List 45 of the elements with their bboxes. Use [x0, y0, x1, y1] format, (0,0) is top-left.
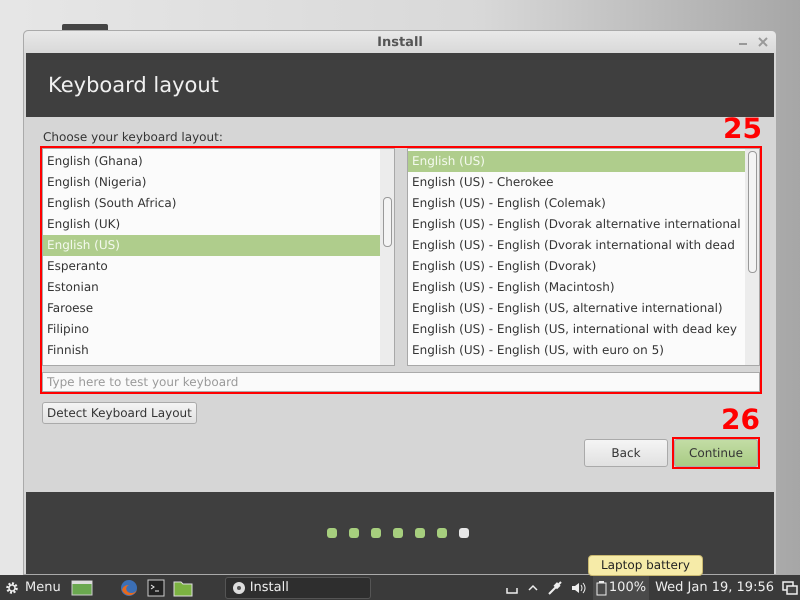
battery-indicator[interactable]: 100%: [592, 575, 650, 600]
windows-icon[interactable]: [782, 580, 798, 594]
disc-icon: [232, 580, 246, 594]
battery-percent: 100%: [608, 580, 646, 595]
desktop-icon[interactable]: [70, 578, 93, 596]
continue-button[interactable]: Continue: [674, 439, 758, 467]
window-button[interactable]: Install: [224, 576, 371, 598]
variant-item[interactable]: English (US) - English (Dvorak international with dead: [408, 235, 745, 256]
variant-item[interactable]: English (US) - English (US, with euro on 5): [408, 340, 745, 361]
variant-item[interactable]: English (US) - English (Dvorak alternative international: [408, 214, 745, 235]
menu-button[interactable]: Menu: [0, 580, 65, 596]
terminal-icon[interactable]: [146, 578, 165, 596]
network-icon[interactable]: [546, 580, 563, 596]
layout-item[interactable]: Filipino: [43, 319, 380, 340]
scrollbar-thumb[interactable]: [383, 197, 392, 247]
gear-icon: [4, 580, 20, 596]
back-button[interactable]: Back: [584, 439, 668, 467]
battery-icon: [596, 580, 608, 596]
layout-item[interactable]: Finnish: [43, 340, 380, 361]
layout-item[interactable]: Estonian: [43, 277, 380, 298]
page-title: Keyboard layout: [48, 73, 219, 97]
folder-icon[interactable]: [172, 578, 193, 596]
window-title: Install: [376, 34, 424, 50]
prompt-label: Choose your keyboard layout:: [43, 130, 224, 144]
variant-item[interactable]: English (US) - English (Dvorak): [408, 256, 745, 277]
test-field[interactable]: Type here to test your keyboard: [42, 372, 760, 392]
clock[interactable]: Wed Jan 19, 19:56: [655, 580, 774, 595]
layout-item[interactable]: Esperanto: [43, 256, 380, 277]
layout-item[interactable]: English (Ghana): [43, 151, 380, 172]
layout-item[interactable]: English (UK): [43, 214, 380, 235]
variant-item[interactable]: English (US) - Cherokee: [408, 172, 745, 193]
layout-item[interactable]: English (Nigeria): [43, 172, 380, 193]
detect-button[interactable]: Detect Keyboard Layout: [42, 402, 197, 424]
layout-item[interactable]: English (South Africa): [43, 193, 380, 214]
variant-item[interactable]: English (US) - English (US, international with dead key: [408, 319, 745, 340]
scrollbar-thumb[interactable]: [748, 151, 757, 273]
browser-icon[interactable]: [118, 578, 139, 598]
variant-item[interactable]: English (US) - English (Colemak): [408, 193, 745, 214]
annotation-number: 25: [723, 112, 762, 145]
tooltip: Laptop battery: [588, 555, 703, 576]
layout-item[interactable]: Faroese: [43, 298, 380, 319]
variant-item[interactable]: English (US) - English (Macintosh): [408, 277, 745, 298]
variant-item[interactable]: English (US) - English (US, alternative international): [408, 298, 745, 319]
annotation-number: 26: [721, 403, 760, 436]
volume-icon[interactable]: [570, 580, 587, 594]
